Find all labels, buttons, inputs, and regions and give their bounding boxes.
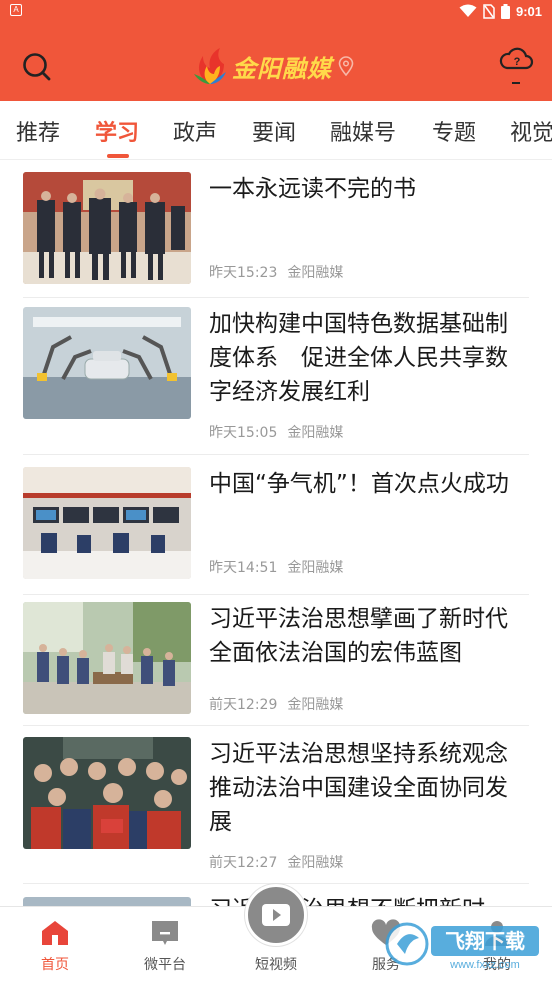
app-name: 金阳融媒 — [232, 53, 332, 83]
status-bar: A 9:01 — [0, 0, 552, 22]
notification-icon: A — [10, 4, 22, 16]
news-thumbnail — [23, 737, 191, 849]
news-feed: 一本永远读不完的书 昨天15:23 金阳融媒 加快构建中国特色数据基础制度体系 促… — [0, 160, 552, 906]
svg-text:www.fxxz.com: www.fxxz.com — [449, 959, 520, 971]
app-logo: 金阳融媒 — [190, 43, 370, 89]
news-time: 前天12:27 — [209, 855, 278, 871]
site-watermark: 飞翔下载 www.fxxz.com — [385, 914, 545, 972]
news-source: 金阳融媒 — [287, 425, 344, 441]
svg-text:飞翔下载: 飞翔下载 — [445, 929, 525, 953]
search-button[interactable] — [20, 50, 54, 84]
app-header: A 9:01 金阳融媒 ? — [0, 0, 552, 101]
news-item[interactable]: 中国“争气机”！首次点火成功 昨天14:51 金阳融媒 — [0, 467, 552, 595]
news-time: 前天12:29 — [209, 697, 278, 713]
video-camera-icon — [262, 904, 290, 926]
news-source: 金阳融媒 — [287, 265, 344, 281]
chat-board-icon — [152, 921, 178, 945]
nav-label: 短视频 — [255, 957, 297, 973]
news-title: 习近平法治思想坚持系统观念推动法治中国建设全面协同发展 — [209, 741, 508, 835]
tab-topics[interactable]: 专题 — [432, 115, 476, 147]
news-source: 金阳融媒 — [287, 855, 344, 871]
divider — [23, 297, 529, 298]
news-source: 金阳融媒 — [287, 697, 344, 713]
active-tab-indicator — [107, 154, 129, 158]
news-title: 一本永远读不完的书 — [209, 176, 416, 202]
news-time: 昨天15:05 — [209, 425, 278, 441]
news-thumbnail — [23, 172, 191, 284]
clock: 9:01 — [515, 3, 542, 19]
news-source: 金阳融媒 — [287, 560, 344, 576]
tab-visual[interactable]: 视觉 — [510, 115, 552, 147]
tab-headlines[interactable]: 要闻 — [252, 115, 296, 147]
news-title: 中国“争气机”！首次点火成功 — [209, 471, 509, 497]
no-sim-icon — [483, 3, 495, 19]
tab-study[interactable]: 学习 — [95, 115, 139, 147]
tab-media-accounts[interactable]: 融媒号 — [330, 115, 396, 147]
channel-tabs: 推荐 学习 政声 要闻 融媒号 专题 视觉 — [0, 101, 552, 160]
news-meta: 前天12:29 金阳融媒 — [209, 694, 343, 714]
battery-icon — [500, 3, 510, 19]
news-thumbnail — [23, 467, 191, 579]
news-time: 昨天14:51 — [209, 560, 278, 576]
news-title: 习近平法治思想擘画了新时代全面依法治国的宏伟蓝图 — [209, 606, 508, 666]
nav-home[interactable]: 首页 — [0, 907, 110, 981]
tab-recommend[interactable]: 推荐 — [16, 115, 60, 147]
news-item[interactable]: 一本永远读不完的书 昨天15:23 金阳融媒 — [0, 172, 552, 300]
nav-micro-platform[interactable]: 微平台 — [110, 907, 220, 981]
home-icon — [42, 921, 68, 945]
news-meta: 昨天15:05 金阳融媒 — [209, 422, 343, 442]
status-icons: 9:01 — [459, 2, 542, 20]
divider — [23, 725, 529, 726]
news-thumbnail — [23, 307, 191, 419]
divider — [23, 454, 529, 455]
news-item[interactable]: 加快构建中国特色数据基础制度体系 促进全体人民共享数字经济发展红利 昨天15:0… — [0, 307, 552, 455]
short-video-button[interactable] — [245, 884, 307, 946]
news-title: 加快构建中国特色数据基础制度体系 促进全体人民共享数字经济发展红利 — [209, 311, 508, 405]
nav-label: 微平台 — [144, 957, 186, 973]
news-meta: 昨天15:23 金阳融媒 — [209, 262, 343, 282]
search-icon — [23, 53, 51, 81]
svg-text:?: ? — [514, 56, 521, 68]
news-time: 昨天15:23 — [209, 265, 278, 281]
wifi-icon — [459, 4, 477, 17]
news-meta: 前天12:27 金阳融媒 — [209, 852, 343, 872]
nav-label: 首页 — [41, 957, 69, 973]
tab-politics[interactable]: 政声 — [173, 115, 217, 147]
news-thumbnail — [23, 897, 191, 906]
cloud-question-icon: ? — [499, 47, 534, 84]
divider — [23, 594, 529, 595]
weather-widget[interactable]: ? — [498, 42, 534, 86]
location-pin-icon[interactable] — [338, 56, 354, 76]
news-item[interactable]: 习近平法治思想坚持系统观念推动法治中国建设全面协同发展 前天12:27 金阳融媒 — [0, 737, 552, 885]
news-meta: 昨天14:51 金阳融媒 — [209, 557, 343, 577]
news-thumbnail — [23, 602, 191, 714]
logo-flame-icon — [194, 48, 226, 84]
news-item[interactable]: 习近平法治思想擘画了新时代全面依法治国的宏伟蓝图 前天12:29 金阳融媒 — [0, 602, 552, 730]
